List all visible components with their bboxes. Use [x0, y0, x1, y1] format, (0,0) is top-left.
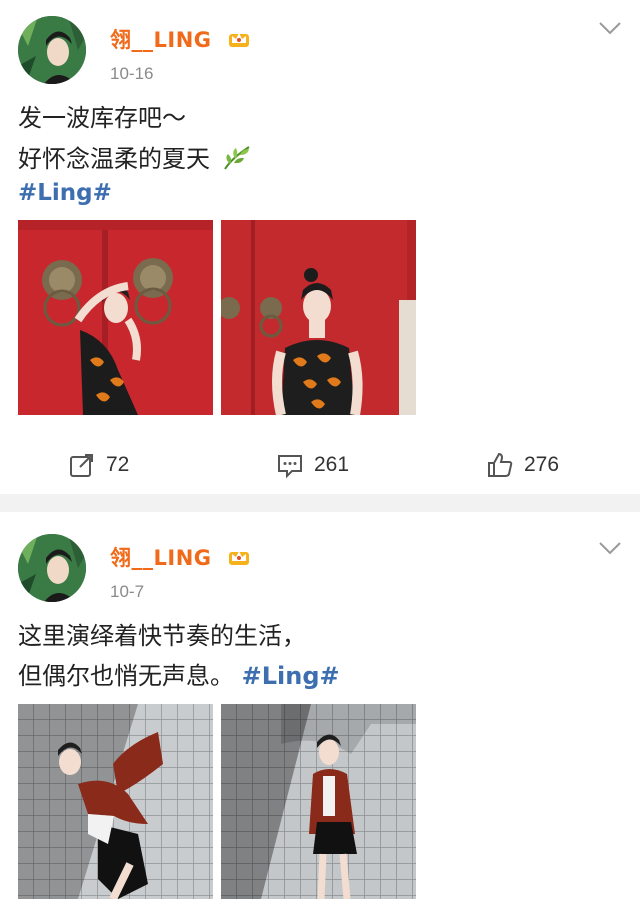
repost-button[interactable]: 72: [68, 448, 129, 482]
weibo-post: 翎__LING 10-16 发一波库存吧～ 好怀念温柔的夏天 #Ling# 72…: [0, 0, 640, 494]
like-count: 276: [524, 453, 560, 476]
post-time: 10-16: [110, 64, 154, 83]
comment-button[interactable]: 261: [276, 448, 349, 482]
post-separator: [0, 494, 640, 512]
chevron-down-icon[interactable]: [598, 540, 622, 556]
chevron-down-icon[interactable]: [598, 20, 622, 36]
hashtag-link[interactable]: #Ling#: [242, 662, 340, 690]
weibo-post: 翎__LING 10-7 这里演绎着快节奏的生活， 但偶尔也悄无声息。 #Lin…: [0, 512, 640, 902]
comment-count: 261: [314, 453, 350, 476]
post-text-line: 这里演绎着快节奏的生活，: [18, 622, 306, 650]
thumbs-up-icon: [488, 452, 513, 477]
username[interactable]: 翎__LING: [110, 24, 212, 54]
post-photo[interactable]: [221, 220, 416, 415]
post-text-line: 好怀念温柔的夏天: [18, 144, 252, 172]
repost-count: 72: [106, 453, 130, 476]
post-photo[interactable]: [18, 220, 213, 415]
username[interactable]: 翎__LING: [110, 542, 212, 572]
vip-crown-icon: [229, 33, 249, 47]
post-text-line: 但偶尔也悄无声息。 #Ling#: [18, 664, 340, 688]
repost-icon: [70, 454, 93, 477]
user-avatar[interactable]: [18, 534, 86, 602]
like-button[interactable]: 276: [486, 448, 559, 482]
leaf-emoji-icon: [223, 146, 250, 170]
post-photo[interactable]: [18, 704, 213, 899]
comment-icon: [278, 455, 302, 479]
post-text: 好怀念温柔的夏天: [18, 145, 210, 173]
post-text: 但偶尔也悄无声息。: [18, 662, 234, 690]
vip-crown-icon: [229, 551, 249, 565]
post-text-line: 发一波库存吧～: [18, 104, 186, 132]
post-time: 10-7: [110, 582, 145, 601]
post-photo[interactable]: [221, 704, 416, 899]
hashtag-link[interactable]: #Ling#: [18, 182, 112, 205]
user-avatar[interactable]: [18, 16, 86, 84]
